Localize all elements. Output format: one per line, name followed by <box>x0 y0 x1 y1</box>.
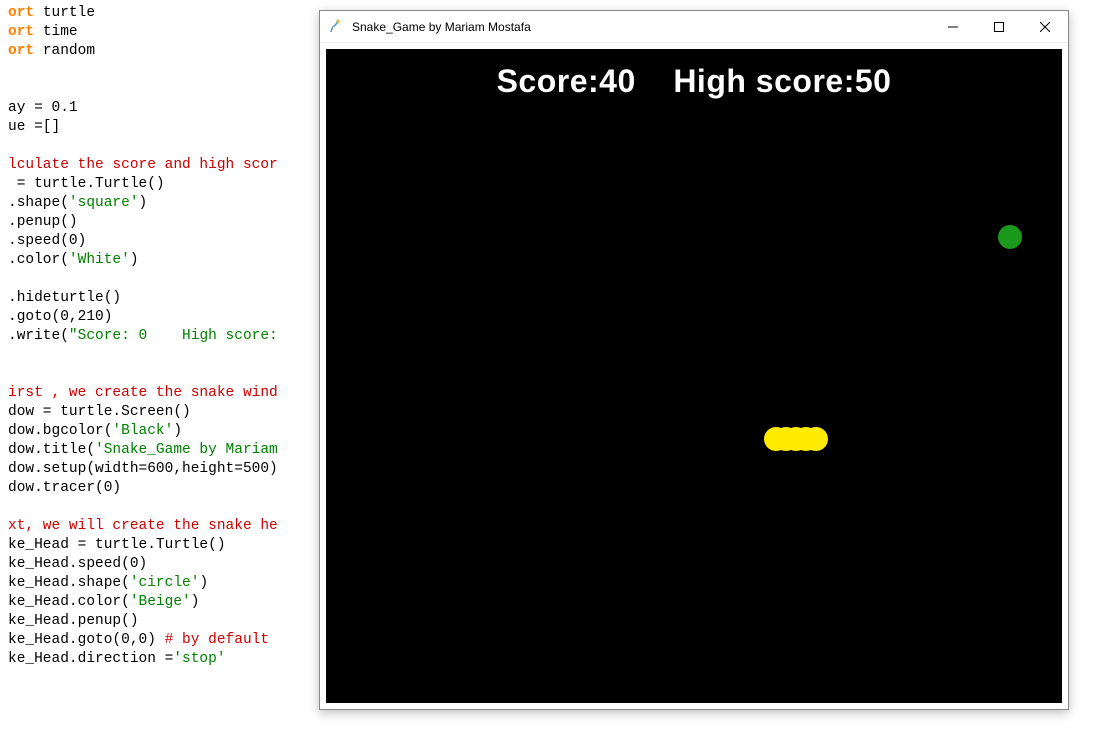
code-text: ke_Head = turtle.Turtle() <box>8 537 226 553</box>
code-text: ke_Head.color( <box>8 594 130 610</box>
highscore-label: High score: <box>673 63 855 99</box>
minimize-icon <box>948 22 958 32</box>
code-comment: irst , we create the snake wind <box>8 385 278 401</box>
game-canvas[interactable]: Score:40 High score:50 <box>326 49 1062 703</box>
game-window: Snake_Game by Mariam Mostafa Score:40 Hi… <box>319 10 1069 710</box>
code-text: random <box>43 43 95 59</box>
code-text: dow.title( <box>8 442 95 458</box>
code-text: ) <box>191 594 200 610</box>
minimize-button[interactable] <box>930 11 976 43</box>
code-text: ke_Head.direction = <box>8 651 173 667</box>
code-text: ) <box>139 195 148 211</box>
code-text: .shape( <box>8 195 69 211</box>
window-controls <box>930 11 1068 42</box>
app-icon <box>328 19 344 35</box>
code-comment: lculate the score and high scor <box>8 157 278 173</box>
code-keyword: ort <box>8 5 34 21</box>
score-value: 40 <box>599 63 636 99</box>
code-string: "Score: 0 High score: <box>69 328 278 344</box>
score-label: Score: <box>497 63 600 99</box>
close-button[interactable] <box>1022 11 1068 43</box>
code-text: .color( <box>8 252 69 268</box>
code-text: dow.setup(width=600,height=500) <box>8 461 278 477</box>
code-text: .hideturtle() <box>8 290 121 306</box>
maximize-button[interactable] <box>976 11 1022 43</box>
code-text: ke_Head.speed(0) <box>8 556 147 572</box>
code-text: dow = turtle.Screen() <box>8 404 191 420</box>
code-text: dow.tracer(0) <box>8 480 121 496</box>
code-text: ay = 0.1 <box>8 100 78 116</box>
score-display: Score:40 High score:50 <box>326 63 1062 100</box>
code-text: ke_Head.shape( <box>8 575 130 591</box>
snake-segment <box>804 427 828 451</box>
code-string: 'Black' <box>112 423 173 439</box>
code-text: .goto(0,210) <box>8 309 112 325</box>
maximize-icon <box>994 22 1004 32</box>
code-text: time <box>43 24 78 40</box>
code-text: ke_Head.penup() <box>8 613 139 629</box>
code-string: 'Beige' <box>130 594 191 610</box>
code-text: .speed(0) <box>8 233 86 249</box>
code-text: ke_Head.goto(0,0) <box>8 632 165 648</box>
titlebar[interactable]: Snake_Game by Mariam Mostafa <box>320 11 1068 43</box>
code-string: 'White' <box>69 252 130 268</box>
code-text: = turtle.Turtle() <box>8 176 165 192</box>
window-title: Snake_Game by Mariam Mostafa <box>352 20 930 34</box>
code-string: 'square' <box>69 195 139 211</box>
code-text: ue =[] <box>8 119 60 135</box>
code-comment: # by default <box>165 632 269 648</box>
code-text: .penup() <box>8 214 78 230</box>
code-text: ) <box>199 575 208 591</box>
code-text: .write( <box>8 328 69 344</box>
food <box>998 225 1022 249</box>
code-string: 'circle' <box>130 575 200 591</box>
code-string: 'stop' <box>173 651 225 667</box>
code-comment: xt, we will create the snake he <box>8 518 278 534</box>
code-text: ) <box>173 423 182 439</box>
code-text: dow.bgcolor( <box>8 423 112 439</box>
code-text: turtle <box>43 5 95 21</box>
code-keyword: ort <box>8 24 34 40</box>
code-text: ) <box>130 252 139 268</box>
code-string: 'Snake_Game by Mariam <box>95 442 278 458</box>
close-icon <box>1040 22 1050 32</box>
code-keyword: ort <box>8 43 34 59</box>
highscore-value: 50 <box>855 63 892 99</box>
